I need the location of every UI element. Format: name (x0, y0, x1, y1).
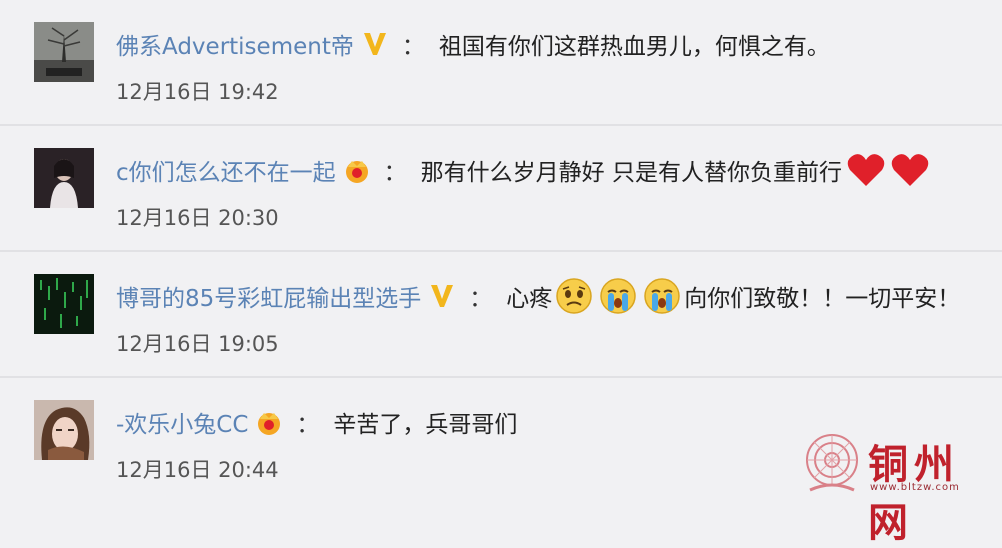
username-link[interactable]: -欢乐小兔CC (116, 405, 248, 439)
comment-text: 祖国有你们这群热血男儿，何惧之有。 (438, 34, 830, 60)
crown-icon (342, 155, 372, 185)
comment-list: 佛系Advertisement帝 ： 祖国有你们这群热血男儿，何惧之有。 12月… (0, 0, 1002, 502)
crying-face-icon (599, 277, 637, 315)
colon: ： (401, 34, 425, 60)
comment-text: 向你们致敬！！一切平安！ (684, 286, 961, 312)
comment-text: 那有什么岁月静好 只是有人替你负重前行 (420, 160, 842, 186)
comment-text: 辛苦了，兵哥哥们 (333, 412, 518, 438)
avatar[interactable] (34, 148, 94, 208)
comment-line: c你们怎么还不在一起 ： 那有什么岁月静好 只是有人替你负重前行 (116, 150, 982, 190)
heart-icon (846, 152, 886, 188)
watermark-url: www.bltzw.com (870, 482, 960, 493)
colon: ： (469, 286, 493, 312)
avatar[interactable] (34, 274, 94, 334)
comment-item: 博哥的85号彩虹屁输出型选手 ： 心疼 向你们致敬！！一切平安！ 12月16日 … (0, 252, 1002, 376)
heart-icon (890, 152, 930, 188)
username-link[interactable]: 博哥的85号彩虹屁输出型选手 (116, 279, 421, 313)
crying-face-icon (643, 277, 681, 315)
timestamp: 12月16日 19:05 (116, 332, 279, 356)
sad-face-icon (555, 277, 593, 315)
v-icon (360, 29, 390, 59)
comment-line: 博哥的85号彩虹屁输出型选手 ： 心疼 向你们致敬！！一切平安！ (116, 276, 982, 316)
watermark: 铜州网 www.bltzw.com (796, 428, 996, 546)
avatar[interactable] (34, 22, 94, 82)
username-link[interactable]: 佛系Advertisement帝 (116, 27, 354, 61)
colon: ： (296, 412, 320, 438)
comment-line: 佛系Advertisement帝 ： 祖国有你们这群热血男儿，何惧之有。 (116, 24, 982, 64)
site-logo-icon (804, 432, 860, 494)
comment-text: 心疼 (506, 286, 553, 312)
crown-icon (254, 407, 284, 437)
timestamp: 12月16日 19:42 (116, 80, 279, 104)
avatar[interactable] (34, 400, 94, 460)
colon: ： (383, 160, 407, 186)
username-link[interactable]: c你们怎么还不在一起 (116, 153, 336, 187)
comment-item: c你们怎么还不在一起 ： 那有什么岁月静好 只是有人替你负重前行 12月16日 … (0, 126, 1002, 250)
timestamp: 12月16日 20:30 (116, 206, 279, 230)
comment-item: 佛系Advertisement帝 ： 祖国有你们这群热血男儿，何惧之有。 12月… (0, 0, 1002, 124)
timestamp: 12月16日 20:44 (116, 458, 279, 482)
v-icon (427, 281, 457, 311)
